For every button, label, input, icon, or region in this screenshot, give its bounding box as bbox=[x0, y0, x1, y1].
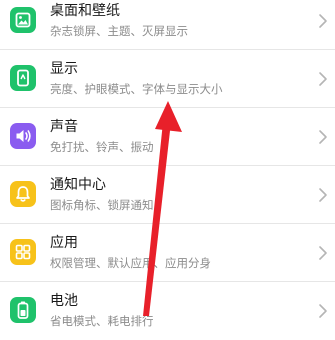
settings-item-display[interactable]: 显示 亮度、护眼模式、字体与显示大小 bbox=[0, 50, 335, 108]
settings-item-title: 桌面和壁纸 bbox=[50, 3, 120, 19]
settings-item-notifications[interactable]: 通知中心 图标角标、锁屏通知 bbox=[0, 166, 335, 224]
wallpaper-icon bbox=[10, 7, 36, 33]
settings-item-wallpaper[interactable]: 桌面和壁纸 杂志锁屏、主题、灭屏显示 bbox=[0, 0, 335, 50]
settings-item-title: 声音 bbox=[50, 119, 78, 135]
settings-item-title: 应用 bbox=[50, 235, 78, 251]
display-icon bbox=[10, 65, 36, 91]
settings-item-apps[interactable]: 应用 权限管理、默认应用、应用分身 bbox=[0, 224, 335, 282]
chevron-right-icon bbox=[318, 187, 328, 203]
chevron-right-icon bbox=[318, 303, 328, 319]
sound-icon bbox=[10, 123, 36, 149]
chevron-right-icon bbox=[318, 129, 328, 145]
notification-bell-icon bbox=[10, 181, 36, 207]
settings-item-subtitle: 杂志锁屏、主题、灭屏显示 bbox=[50, 24, 188, 38]
settings-item-subtitle: 权限管理、默认应用、应用分身 bbox=[50, 256, 211, 270]
settings-item-subtitle: 图标角标、锁屏通知 bbox=[50, 198, 154, 212]
battery-icon bbox=[10, 297, 36, 323]
settings-item-title: 显示 bbox=[50, 61, 78, 77]
settings-item-subtitle: 省电模式、耗电排行 bbox=[50, 314, 154, 328]
settings-item-sound[interactable]: 声音 免打扰、铃声、振动 bbox=[0, 108, 335, 166]
settings-list: 桌面和壁纸 杂志锁屏、主题、灭屏显示 显示 亮度、护眼模式、字体与显示大小 声音… bbox=[0, 0, 335, 340]
chevron-right-icon bbox=[318, 71, 328, 87]
settings-item-title: 通知中心 bbox=[50, 177, 106, 193]
settings-item-subtitle: 亮度、护眼模式、字体与显示大小 bbox=[50, 82, 223, 96]
chevron-right-icon bbox=[318, 13, 328, 29]
settings-item-title: 电池 bbox=[50, 293, 78, 309]
apps-grid-icon bbox=[10, 239, 36, 265]
settings-item-battery[interactable]: 电池 省电模式、耗电排行 bbox=[0, 282, 335, 340]
settings-item-subtitle: 免打扰、铃声、振动 bbox=[50, 140, 154, 154]
chevron-right-icon bbox=[318, 245, 328, 261]
